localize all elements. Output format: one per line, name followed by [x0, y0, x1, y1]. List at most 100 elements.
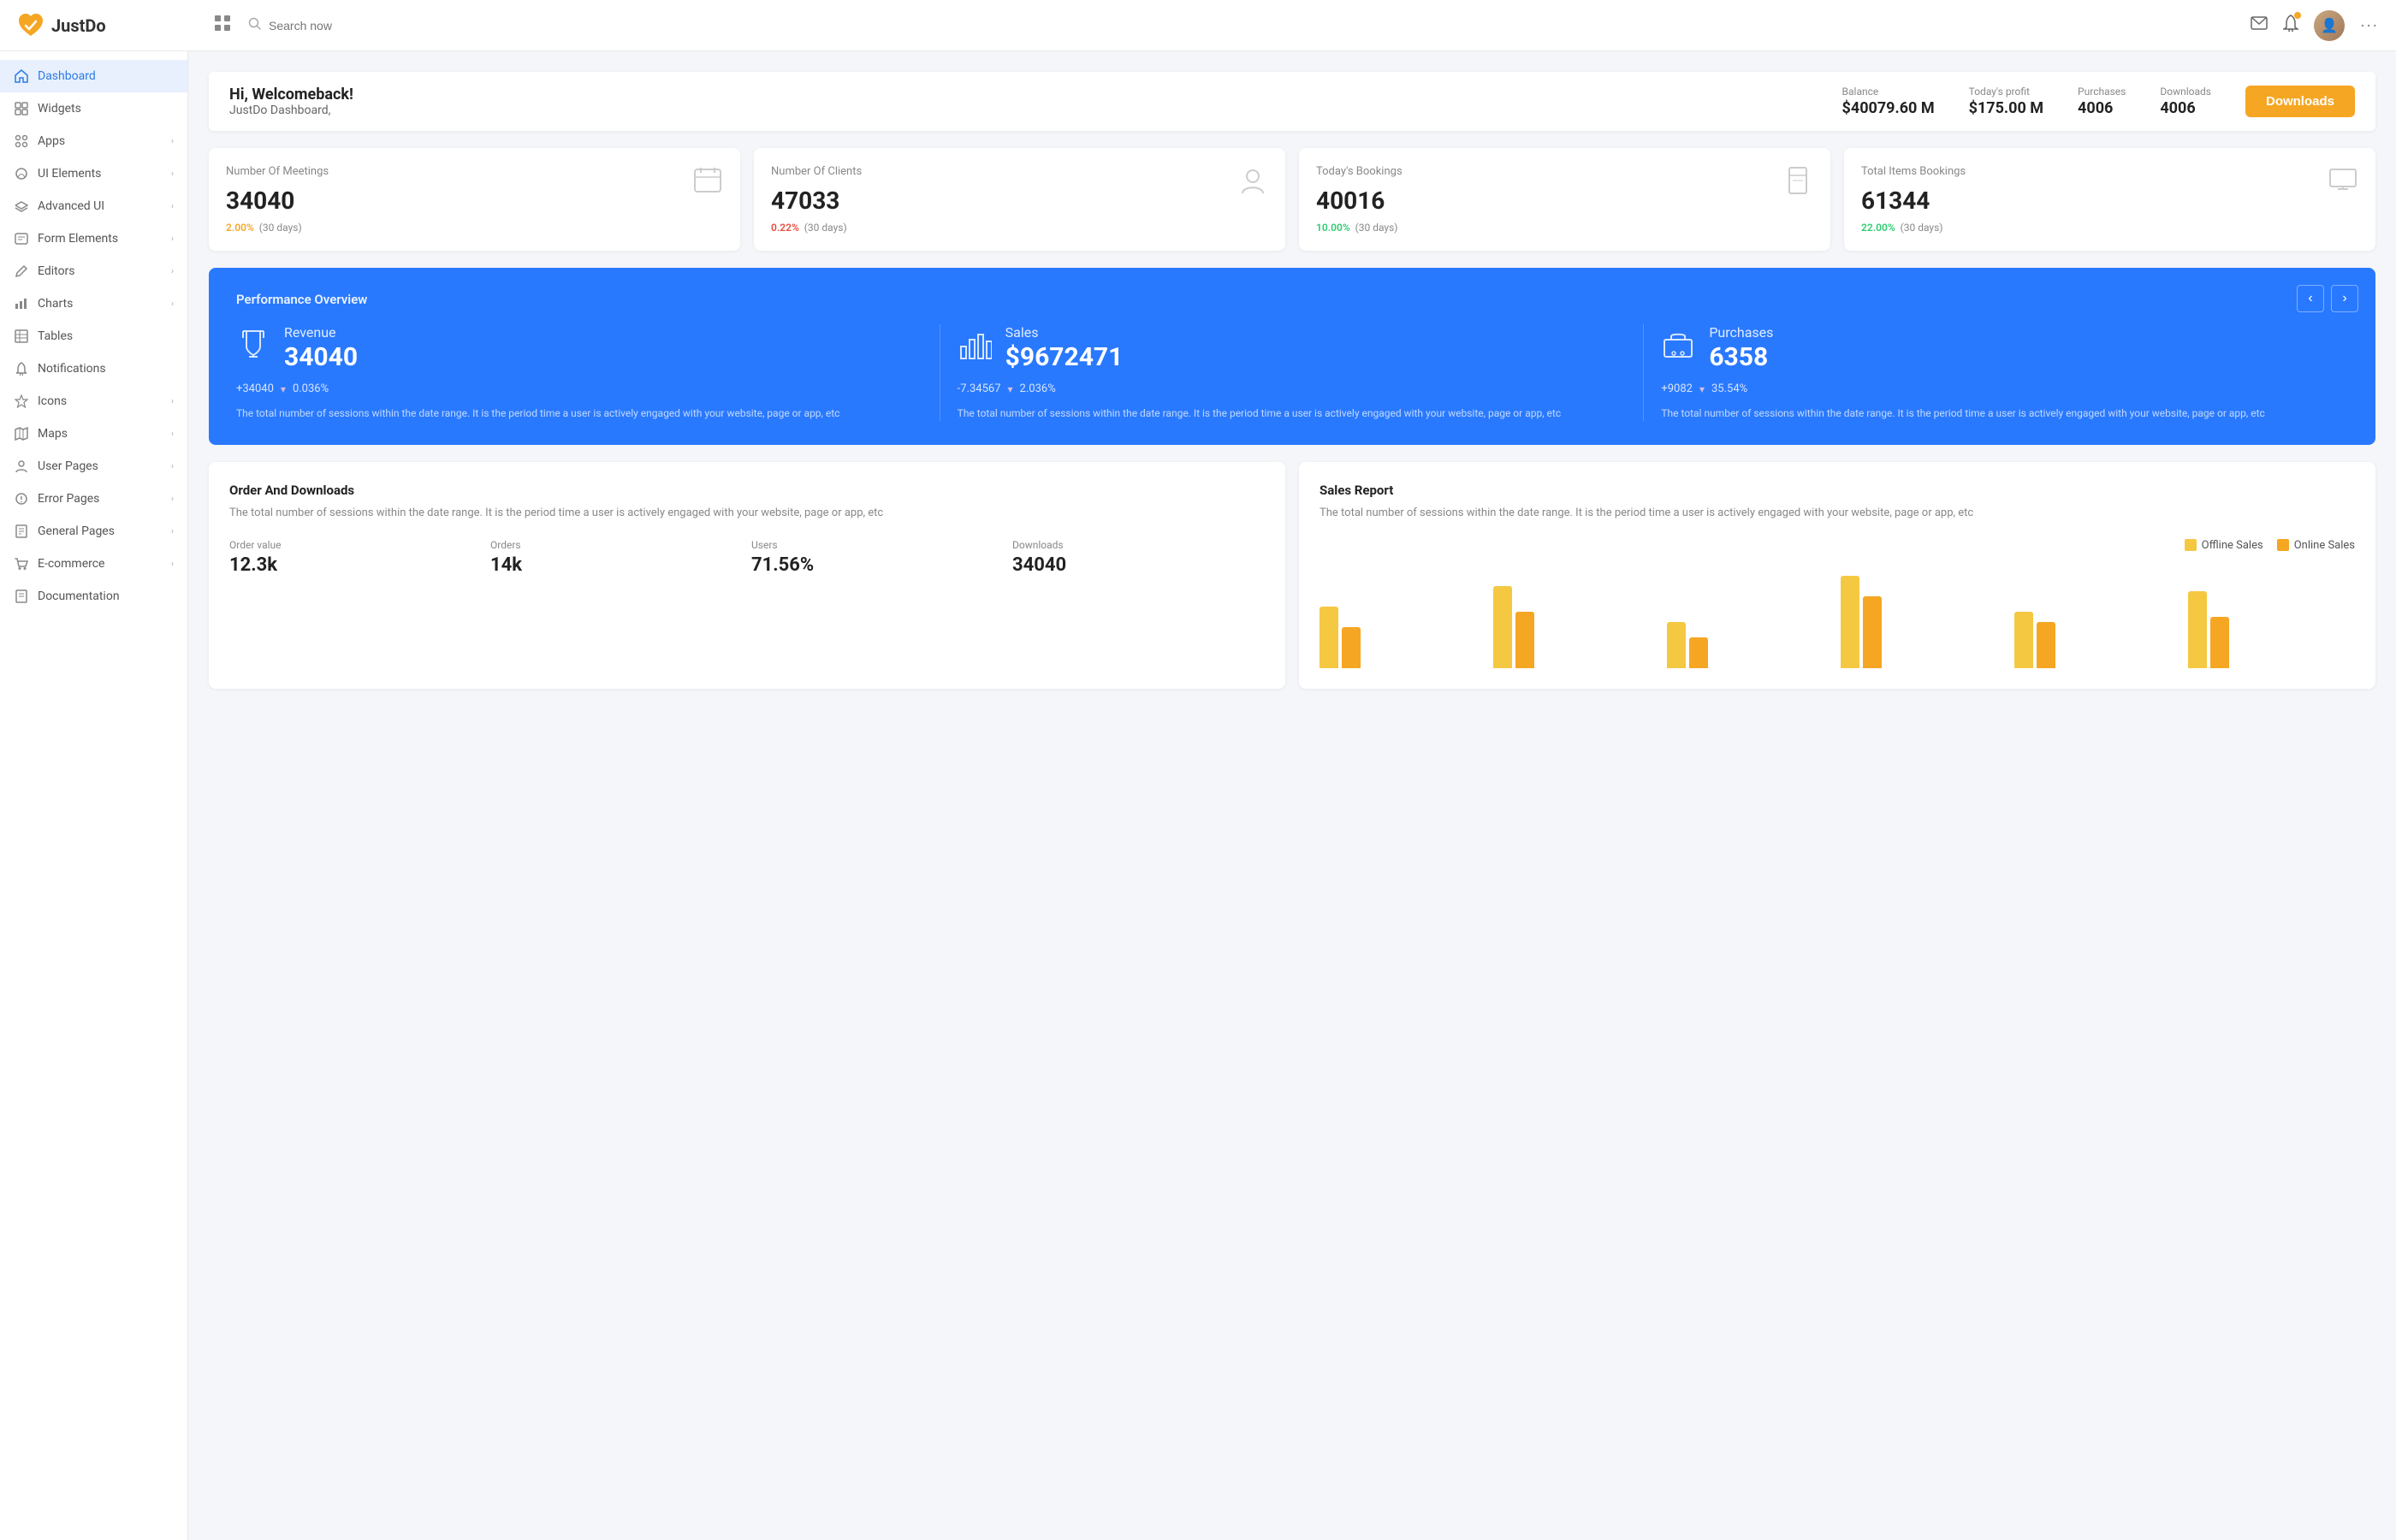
- pct-total: 22.00%: [1861, 222, 1895, 234]
- sidebar-item-label-error-pages: Error Pages: [38, 492, 99, 506]
- grid-icon[interactable]: [214, 15, 231, 36]
- order-stat-users: Users 71.56%: [751, 539, 1004, 576]
- form-icon: [14, 231, 29, 246]
- sidebar-item-tables[interactable]: Tables: [0, 320, 187, 352]
- profit-stat: Today's profit $175.00 M: [1969, 86, 2043, 117]
- perf-value-revenue: 34040: [284, 342, 358, 372]
- perf-next-btn[interactable]: ›: [2331, 285, 2358, 312]
- perf-desc-purchases: The total number of sessions within the …: [1661, 406, 2331, 421]
- logo-text: JustDo: [51, 15, 106, 36]
- monitor-icon: [2328, 165, 2358, 202]
- perf-items: Revenue 34040 +34040 ▾ 0.036% The total …: [236, 324, 2348, 421]
- sidebar-item-general-pages[interactable]: General Pages ›: [0, 515, 187, 548]
- sidebar-item-ui-elements[interactable]: UI Elements ›: [0, 157, 187, 190]
- perf-sub-sales: -7.34567 ▾ 2.036%: [958, 382, 1627, 395]
- performance-overview: Performance Overview ‹ › Revenue 34040: [209, 268, 2375, 445]
- metric-value-meetings: 34040: [226, 187, 329, 215]
- palette-icon: [14, 166, 29, 181]
- bell-icon: [14, 361, 29, 376]
- sidebar-item-form-elements[interactable]: Form Elements ›: [0, 222, 187, 255]
- chevron-right-icon: ›: [171, 137, 174, 146]
- bar-online-5: [2037, 622, 2055, 668]
- perf-item-purchases: Purchases 6358 +9082 ▾ 35.54% The total …: [1644, 324, 2348, 421]
- sidebar-item-error-pages[interactable]: Error Pages ›: [0, 483, 187, 515]
- order-downloads-card: Order And Downloads The total number of …: [209, 462, 1285, 689]
- calendar-icon: [692, 165, 723, 202]
- period-total: (30 days): [1901, 222, 1943, 234]
- order-stat-downloads: Downloads 34040: [1012, 539, 1265, 576]
- bar-group-2: [1493, 586, 1660, 668]
- pct-clients: 0.22%: [771, 222, 799, 234]
- sidebar-item-advanced-ui[interactable]: Advanced UI ›: [0, 190, 187, 222]
- sidebar-item-editors[interactable]: Editors ›: [0, 255, 187, 287]
- perf-prev-btn[interactable]: ‹: [2297, 285, 2324, 312]
- order-downloads-title: Order And Downloads: [229, 483, 1265, 498]
- balance-value: $40079.60 M: [1842, 99, 1935, 117]
- bar-online-3: [1689, 637, 1708, 668]
- trophy-icon: [236, 328, 270, 370]
- balance-stat: Balance $40079.60 M: [1842, 86, 1935, 117]
- perf-value-purchases: 6358: [1709, 342, 1773, 372]
- header-bar: Hi, Welcomeback! JustDo Dashboard, Balan…: [209, 72, 2375, 131]
- sidebar-item-label-ecommerce: E-commerce: [38, 557, 104, 571]
- sidebar-item-notifications[interactable]: Notifications: [0, 352, 187, 385]
- chevron-right-icon-2: ›: [171, 169, 174, 179]
- sidebar-item-apps[interactable]: Apps ›: [0, 125, 187, 157]
- sidebar-item-label-form: Form Elements: [38, 232, 118, 246]
- notification-icon[interactable]: [2283, 15, 2298, 36]
- metric-value-bookings: 40016: [1316, 187, 1403, 215]
- period-bookings: (30 days): [1355, 222, 1398, 234]
- chevron-right-icon-12: ›: [171, 560, 174, 569]
- metric-footer-bookings: 10.00% (30 days): [1316, 222, 1813, 234]
- sidebar-item-user-pages[interactable]: User Pages ›: [0, 450, 187, 483]
- metric-footer-meetings: 2.00% (30 days): [226, 222, 723, 234]
- perf-sub-revenue: +34040 ▾ 0.036%: [236, 382, 922, 395]
- sidebar-item-icons[interactable]: Icons ›: [0, 385, 187, 418]
- nav-right: 👤 ···: [2251, 10, 2379, 41]
- metric-card-clients: Number Of Clients 47033 0.22% (30 days): [754, 148, 1285, 251]
- bar-offline-1: [1320, 607, 1338, 668]
- chevron-right-icon-7: ›: [171, 397, 174, 406]
- shop-icon: [14, 556, 29, 572]
- logo: JustDo: [17, 12, 205, 39]
- search-input[interactable]: [269, 19, 676, 33]
- order-stat-orders: Orders 14k: [490, 539, 743, 576]
- sidebar-item-label-general-pages: General Pages: [38, 524, 115, 538]
- arrow-down-icon-2: ▾: [1008, 383, 1013, 395]
- perf-item-sales: Sales $9672471 -7.34567 ▾ 2.036% The tot…: [940, 324, 1645, 421]
- chart-icon: [14, 296, 29, 311]
- metric-footer-total: 22.00% (30 days): [1861, 222, 2358, 234]
- order-value-label: Order value: [229, 539, 482, 551]
- chevron-right-icon-9: ›: [171, 462, 174, 471]
- sidebar-item-widgets[interactable]: Widgets: [0, 92, 187, 125]
- downloads-stat: Downloads 4006: [2160, 86, 2211, 117]
- sidebar-item-documentation[interactable]: Documentation: [0, 580, 187, 613]
- downloads-button[interactable]: Downloads: [2245, 86, 2355, 117]
- bottom-section: Order And Downloads The total number of …: [209, 462, 2375, 689]
- orders-label: Orders: [490, 539, 743, 551]
- chevron-right-icon-3: ›: [171, 202, 174, 211]
- sidebar-item-charts[interactable]: Charts ›: [0, 287, 187, 320]
- downloads-label-2: Downloads: [1012, 539, 1265, 551]
- sidebar-item-label-apps: Apps: [38, 134, 65, 148]
- bar-online-2: [1515, 612, 1534, 668]
- bar-online-4: [1863, 596, 1882, 668]
- avatar[interactable]: 👤: [2314, 10, 2345, 41]
- perf-desc-sales: The total number of sessions within the …: [958, 406, 1627, 421]
- sales-report-card: Sales Report The total number of session…: [1299, 462, 2375, 689]
- arrow-down-icon-3: ▾: [1699, 383, 1705, 395]
- metric-card-meetings: Number Of Meetings 34040 2.00% (30 days): [209, 148, 740, 251]
- mail-icon[interactable]: [2251, 16, 2268, 34]
- sidebar-item-maps[interactable]: Maps ›: [0, 418, 187, 450]
- sidebar-item-ecommerce[interactable]: E-commerce ›: [0, 548, 187, 580]
- more-menu[interactable]: ···: [2360, 15, 2379, 36]
- sidebar-item-dashboard[interactable]: Dashboard: [0, 60, 187, 92]
- sidebar-item-label-documentation: Documentation: [38, 589, 120, 603]
- apps-icon: [14, 133, 29, 149]
- search-icon: [248, 17, 262, 34]
- perf-label-revenue: Revenue: [284, 324, 358, 341]
- user-pages-icon: [14, 459, 29, 474]
- sidebar: Dashboard Widgets Apps ›: [0, 51, 188, 1540]
- downloads-label: Downloads: [2160, 86, 2211, 98]
- bar-group-6: [2188, 591, 2355, 668]
